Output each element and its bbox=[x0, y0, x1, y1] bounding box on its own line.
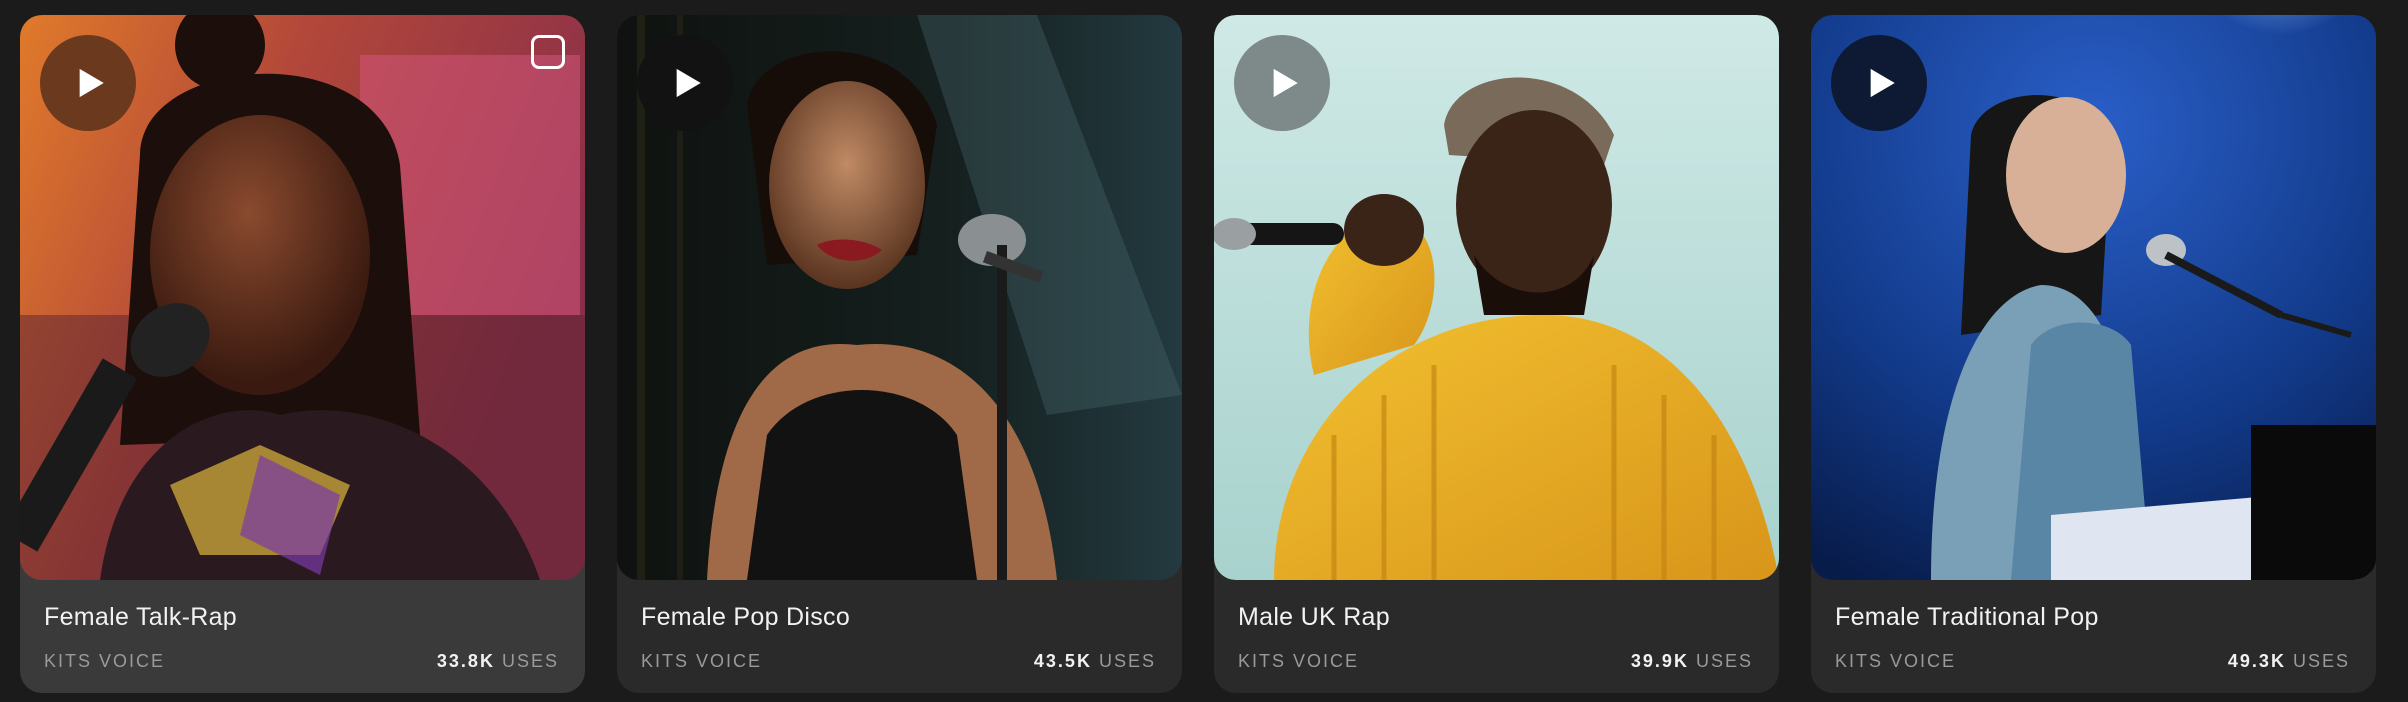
voice-provider: KITS VOICE bbox=[1835, 651, 1957, 671]
voice-card-grid: Female Talk-Rap KITS VOICE 33.8K USES Fe… bbox=[20, 15, 2376, 693]
voice-meta: KITS VOICE 43.5K USES bbox=[641, 651, 1156, 672]
voice-title: Female Pop Disco bbox=[641, 603, 851, 631]
voice-title: Female Traditional Pop bbox=[1835, 603, 2099, 631]
uses-count: 49.3K USES bbox=[2227, 651, 2350, 671]
voice-card-female-talk-rap[interactable]: Female Talk-Rap KITS VOICE 33.8K USES bbox=[20, 15, 585, 693]
play-button[interactable] bbox=[1234, 35, 1330, 131]
voice-meta: KITS VOICE 39.9K USES bbox=[1238, 651, 1753, 672]
play-button[interactable] bbox=[40, 35, 136, 131]
voice-provider: KITS VOICE bbox=[641, 651, 763, 671]
voice-meta: KITS VOICE 49.3K USES bbox=[1835, 651, 2350, 672]
voice-title: Female Talk-Rap bbox=[44, 603, 238, 631]
voice-meta: KITS VOICE 33.8K USES bbox=[44, 651, 559, 672]
voice-provider: KITS VOICE bbox=[44, 651, 166, 671]
voice-title: Male UK Rap bbox=[1238, 603, 1390, 631]
voice-card-female-traditional-pop[interactable]: Female Traditional Pop KITS VOICE 49.3K … bbox=[1811, 15, 2376, 693]
play-icon bbox=[79, 68, 104, 98]
voice-cover-image[interactable] bbox=[617, 15, 1182, 580]
play-icon bbox=[676, 68, 701, 98]
voice-card-male-uk-rap[interactable]: Male UK Rap KITS VOICE 39.9K USES bbox=[1214, 15, 1779, 693]
play-icon bbox=[1870, 68, 1895, 98]
voice-cover-image[interactable] bbox=[1214, 15, 1779, 580]
voice-cover-image[interactable] bbox=[1811, 15, 2376, 580]
uses-count: 43.5K USES bbox=[1033, 651, 1156, 671]
play-button[interactable] bbox=[1831, 35, 1927, 131]
voice-card-female-pop-disco[interactable]: Female Pop Disco KITS VOICE 43.5K USES bbox=[617, 15, 1182, 693]
voice-provider: KITS VOICE bbox=[1238, 651, 1360, 671]
select-checkbox[interactable] bbox=[531, 35, 565, 69]
uses-count: 39.9K USES bbox=[1630, 651, 1753, 671]
play-button[interactable] bbox=[637, 35, 733, 131]
voice-cover-image[interactable] bbox=[20, 15, 585, 580]
uses-count: 33.8K USES bbox=[436, 651, 559, 671]
play-icon bbox=[1273, 68, 1298, 98]
